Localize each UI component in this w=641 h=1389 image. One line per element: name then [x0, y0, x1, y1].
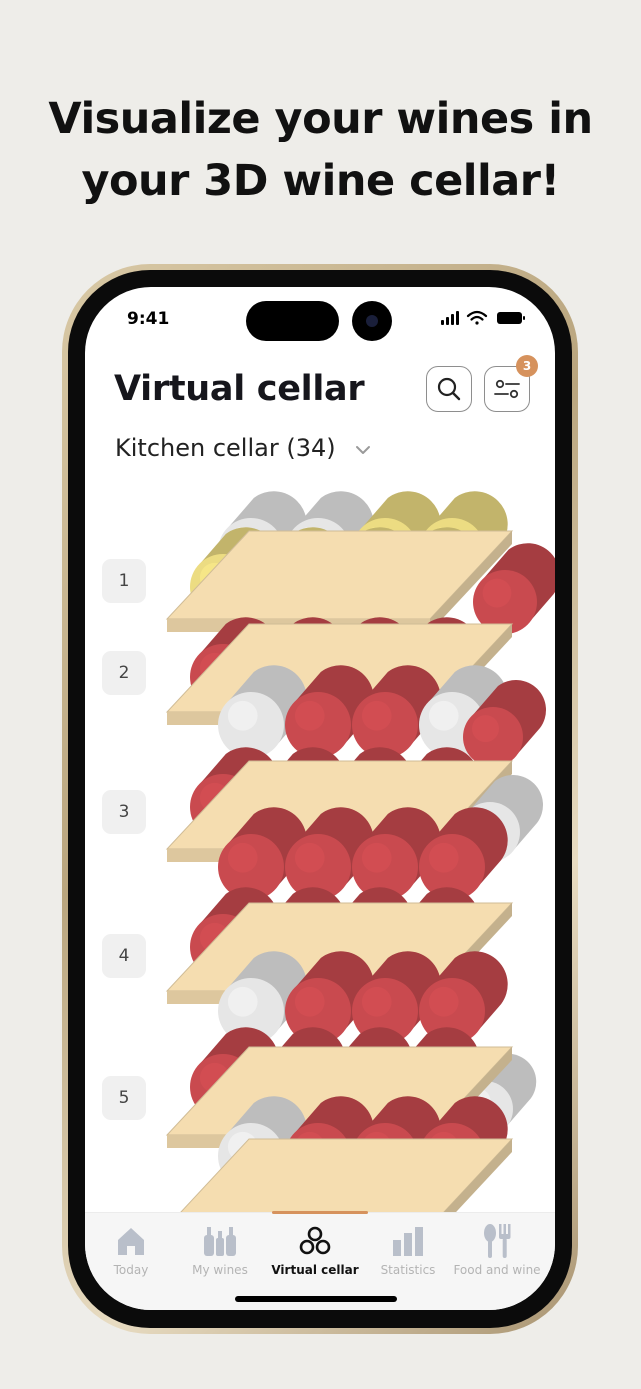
shelf-label-2[interactable]: 2	[102, 651, 146, 695]
cellar-3d-view[interactable]	[85, 287, 555, 1212]
tab-food-and-wine[interactable]: Food and wine	[450, 1221, 544, 1277]
tab-food-and-wine-label: Food and wine	[453, 1263, 541, 1277]
shelf-label-3[interactable]: 3	[102, 790, 146, 834]
bottle-highlight	[361, 700, 392, 731]
bottle-highlight	[482, 578, 512, 608]
bottle-highlight	[294, 986, 325, 1017]
bottle-highlight	[428, 842, 459, 873]
shelf-label-4[interactable]: 4	[102, 934, 146, 978]
bottle-highlight	[294, 700, 325, 731]
cutlery-icon	[484, 1224, 511, 1258]
tab-today[interactable]: Today	[85, 1221, 178, 1277]
headline-line-2: your 3D wine cellar!	[81, 156, 560, 206]
tab-virtual-cellar-label: Virtual cellar	[271, 1263, 359, 1277]
bottle-highlight	[361, 842, 392, 873]
tab-statistics-label: Statistics	[380, 1263, 436, 1277]
headline-line-1: Visualize your wines in	[48, 94, 593, 144]
bottle-highlight	[227, 700, 258, 731]
bottle-highlight	[428, 986, 459, 1017]
bottle-highlight	[227, 986, 258, 1017]
tab-my-wines-label: My wines	[192, 1263, 248, 1277]
bottle-highlight	[428, 700, 459, 731]
home-icon	[118, 1228, 144, 1255]
shelf-label-1[interactable]: 1	[102, 559, 146, 603]
cellar-icon	[299, 1226, 331, 1255]
headline: Visualize your wines in your 3D wine cel…	[0, 88, 641, 212]
bottle-highlight	[472, 715, 499, 743]
phone-screen: 9:41 Virtual cellar 3 Kitchen cellar (34…	[85, 287, 555, 1310]
tab-bar: Today My wines Virtual cellar Statistics…	[85, 1211, 555, 1310]
shelf-label-5[interactable]: 5	[102, 1076, 146, 1120]
tab-my-wines[interactable]: My wines	[173, 1221, 267, 1277]
home-indicator	[235, 1296, 397, 1302]
bottles-icon	[204, 1227, 236, 1256]
bottle-highlight	[294, 842, 325, 873]
bottle-highlight	[227, 842, 258, 873]
tab-statistics[interactable]: Statistics	[361, 1221, 455, 1277]
bottle-highlight	[361, 986, 392, 1017]
tab-today-label: Today	[113, 1263, 149, 1277]
bar-chart-icon	[393, 1227, 423, 1256]
active-tab-indicator	[272, 1211, 368, 1214]
tab-virtual-cellar[interactable]: Virtual cellar	[268, 1221, 362, 1277]
